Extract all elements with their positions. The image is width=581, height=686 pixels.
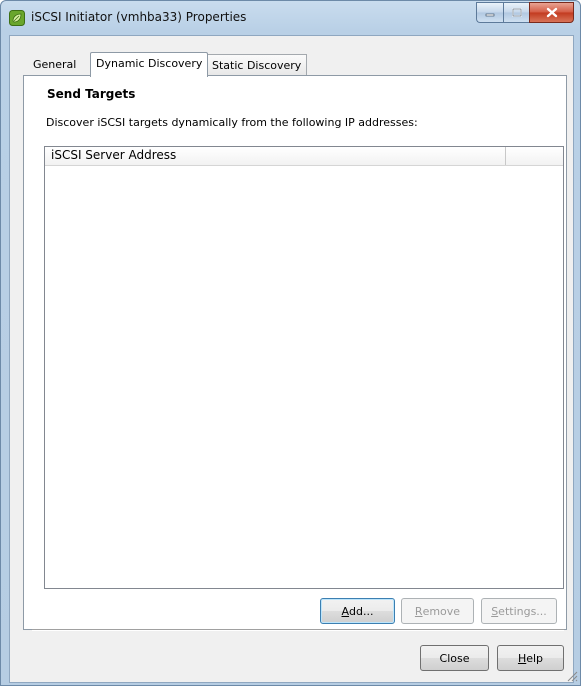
tab-dynamic-discovery[interactable]: Dynamic Discovery	[90, 52, 209, 77]
close-window-button[interactable]	[529, 2, 574, 23]
resize-grip-icon[interactable]	[566, 670, 578, 682]
help-button[interactable]: Help	[497, 645, 564, 671]
settings-label: ettings...	[498, 604, 547, 618]
vsphere-leaf-icon	[9, 10, 25, 26]
minimize-icon	[485, 13, 495, 16]
tab-general[interactable]: General	[28, 54, 81, 75]
tab-general-label: General	[33, 58, 77, 71]
add-button[interactable]: Add...	[320, 598, 395, 624]
column-header-server-address[interactable]: iSCSI Server Address	[51, 148, 176, 162]
window-title: iSCSI Initiator (vmhba33) Properties	[31, 10, 247, 24]
tab-static-discovery[interactable]: Static Discovery	[206, 54, 308, 75]
maximize-icon	[511, 8, 522, 17]
help-label: elp	[526, 651, 544, 665]
add-label: dd...	[349, 604, 374, 618]
close-button[interactable]: Close	[420, 645, 489, 671]
remove-mnemonic: R	[414, 604, 423, 618]
minimize-button[interactable]	[476, 2, 503, 23]
section-heading: Send Targets	[47, 87, 136, 101]
maximize-button[interactable]	[503, 2, 529, 23]
section-description: Discover iSCSI targets dynamically from …	[46, 116, 418, 129]
help-mnemonic: H	[517, 651, 527, 665]
add-mnemonic: A	[341, 604, 350, 618]
close-label: Close	[439, 651, 470, 665]
remove-label: emove	[422, 604, 461, 618]
server-address-list[interactable]: iSCSI Server Address	[44, 146, 564, 589]
dialog-separator	[32, 629, 564, 631]
tab-static-discovery-label: Static Discovery	[212, 59, 302, 72]
close-icon	[546, 7, 557, 18]
title-bar[interactable]: iSCSI Initiator (vmhba33) Properties	[1, 1, 580, 35]
remove-button[interactable]: Remove	[401, 598, 474, 624]
column-divider[interactable]	[505, 147, 506, 165]
list-header: iSCSI Server Address	[45, 147, 563, 166]
tab-dynamic-discovery-label: Dynamic Discovery	[96, 57, 203, 70]
settings-mnemonic: S	[491, 604, 499, 618]
settings-button[interactable]: Settings...	[481, 598, 557, 624]
